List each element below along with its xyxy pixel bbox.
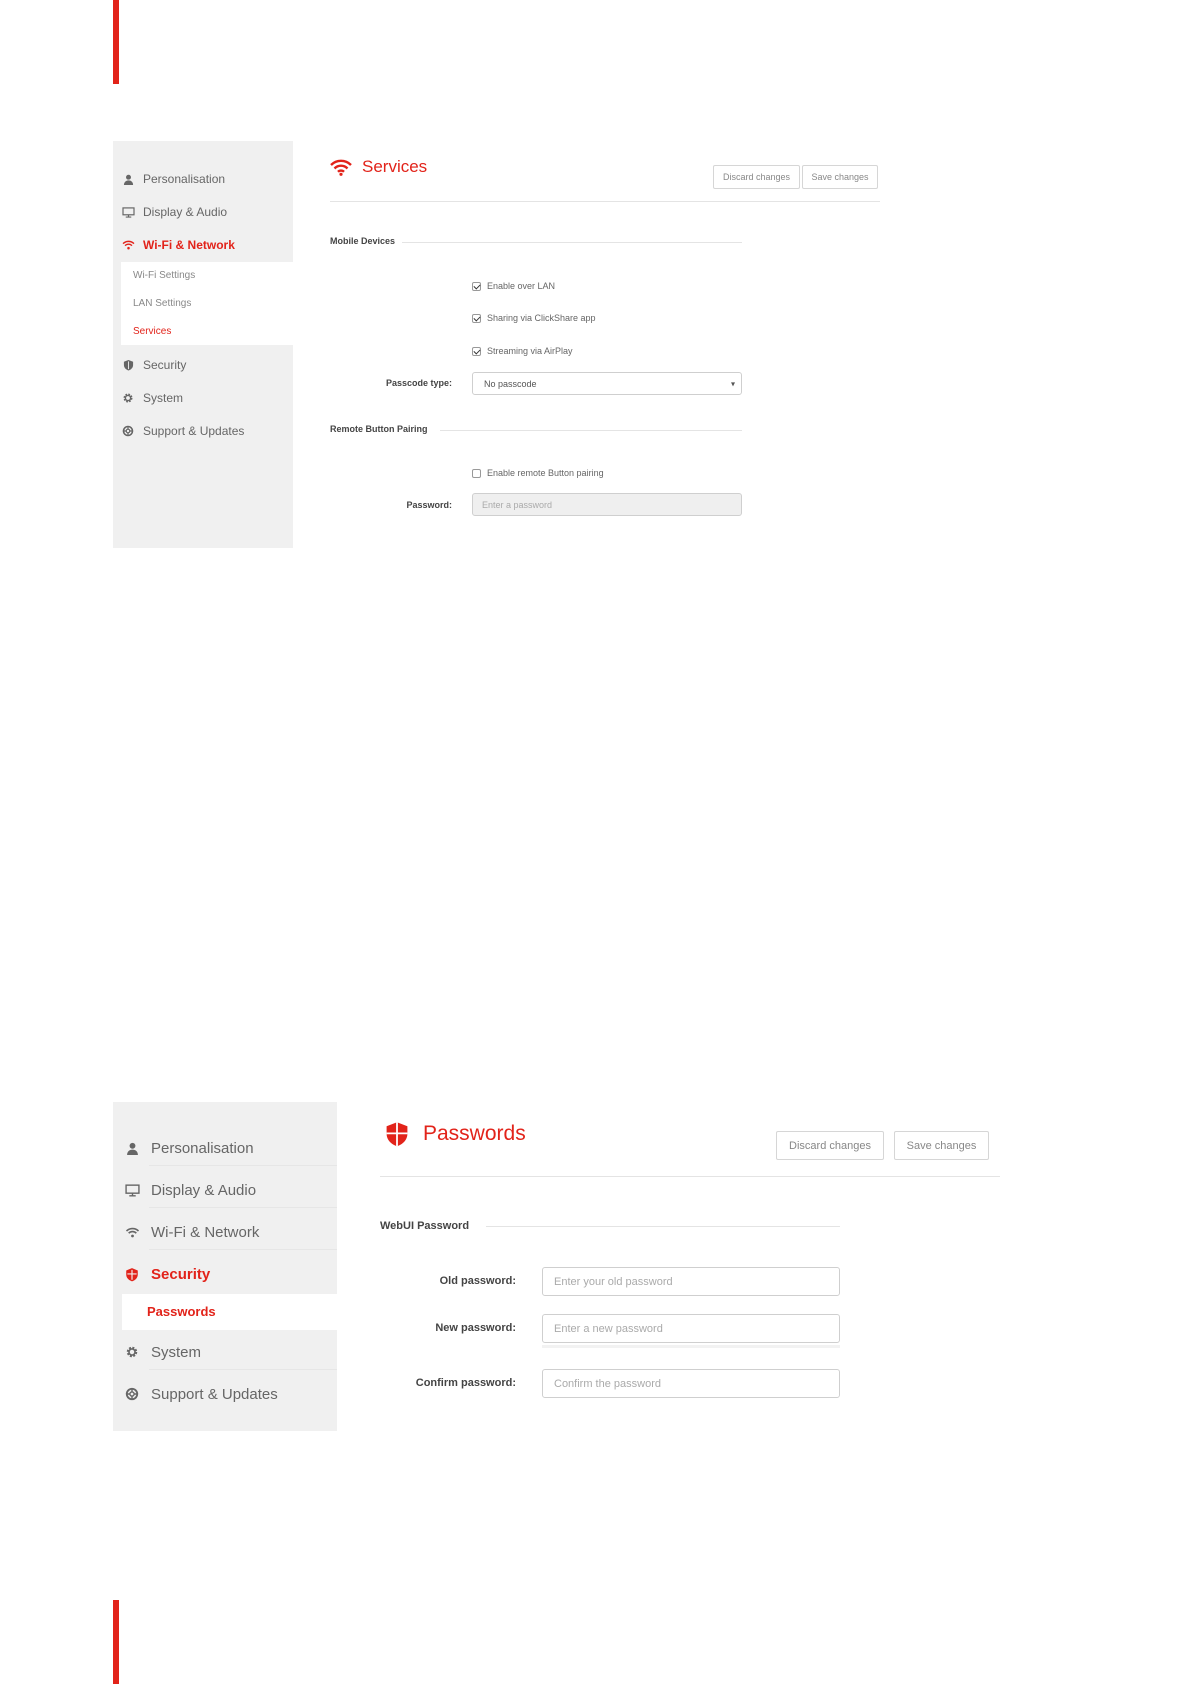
- page-title: Services: [330, 154, 427, 180]
- monitor-icon: [113, 206, 143, 218]
- wifi-icon: [330, 159, 352, 176]
- password-input[interactable]: Enter a password: [472, 493, 742, 516]
- section-divider: [440, 430, 742, 431]
- wifi-icon: [113, 240, 143, 250]
- old-password-label: Old password:: [439, 1275, 516, 1287]
- new-password-input[interactable]: Enter a new password: [542, 1314, 840, 1343]
- passcode-type-label: Passcode type:: [385, 378, 452, 388]
- sidebar-item-label: Support & Updates: [143, 424, 245, 438]
- sidebar-divider: [149, 1369, 337, 1370]
- clickshare-app-checkbox[interactable]: Sharing via ClickShare app: [472, 311, 596, 325]
- shield-icon: [385, 1121, 409, 1147]
- enable-over-lan-checkbox[interactable]: Enable over LAN: [472, 279, 555, 293]
- new-password-label: New password:: [435, 1322, 516, 1334]
- sidebar-item-support-updates[interactable]: Support & Updates: [113, 419, 244, 443]
- checkbox-label: Enable remote Button pairing: [487, 468, 604, 478]
- caret-down-icon: ▾: [730, 379, 735, 388]
- checkbox-box[interactable]: [472, 468, 481, 478]
- sidebar-item-support-updates[interactable]: Support & Updates: [113, 1380, 278, 1408]
- checkbox-box[interactable]: [472, 346, 481, 356]
- sidebar-item-label: Wi-Fi & Network: [143, 238, 235, 252]
- save-changes-button[interactable]: Save changes: [894, 1131, 989, 1160]
- section-remote-button-pairing: Remote Button Pairing: [330, 424, 428, 434]
- password-label: Password:: [406, 500, 452, 510]
- checkbox-label: Enable over LAN: [487, 281, 556, 291]
- sidebar-item-personalisation[interactable]: Personalisation: [113, 1134, 254, 1162]
- sidebar-item-system[interactable]: System: [113, 1338, 201, 1366]
- gear-icon: [113, 1345, 151, 1359]
- sidebar-item-system[interactable]: System: [113, 386, 183, 410]
- sidebar-item-wifi-network[interactable]: Wi-Fi & Network: [113, 1218, 259, 1246]
- sidebar-subitem-lan-settings[interactable]: LAN Settings: [133, 298, 191, 309]
- sidebar-subnav: Wi-Fi Settings LAN Settings Services: [121, 262, 293, 345]
- gear-icon: [113, 392, 143, 404]
- discard-changes-button[interactable]: Discard changes: [713, 165, 800, 189]
- sidebar-item-label: Personalisation: [151, 1139, 254, 1157]
- sidebar-subitem-wifi-settings[interactable]: Wi-Fi Settings: [133, 270, 195, 281]
- lifebuoy-icon: [113, 425, 143, 437]
- confirm-password-input[interactable]: Confirm the password: [542, 1369, 840, 1398]
- old-password-input[interactable]: Enter your old password: [542, 1267, 840, 1296]
- discard-changes-button[interactable]: Discard changes: [776, 1131, 884, 1160]
- page-title: Passwords: [385, 1118, 526, 1150]
- sidebar-item-display-audio[interactable]: Display & Audio: [113, 1176, 256, 1204]
- enable-remote-pairing-checkbox[interactable]: Enable remote Button pairing: [472, 466, 604, 480]
- sidebar-divider: [149, 1207, 337, 1208]
- save-changes-button[interactable]: Save changes: [802, 165, 878, 189]
- password-strength-bar: [542, 1345, 840, 1348]
- input-placeholder: Enter a password: [482, 499, 553, 510]
- lifebuoy-icon: [113, 1387, 151, 1401]
- airplay-checkbox[interactable]: Streaming via AirPlay: [472, 344, 573, 358]
- passcode-type-select[interactable]: No passcode ▾: [472, 372, 742, 395]
- sidebar-item-label: Security: [143, 358, 187, 372]
- sidebar-item-wifi-network[interactable]: Wi-Fi & Network: [113, 233, 235, 257]
- confirm-password-label: Confirm password:: [415, 1377, 516, 1389]
- page-title-text: Passwords: [423, 1122, 526, 1145]
- sidebar: Personalisation Display & Audio Wi-Fi & …: [113, 141, 293, 548]
- sidebar-item-personalisation[interactable]: Personalisation: [113, 167, 225, 191]
- select-value: No passcode: [484, 378, 537, 389]
- sidebar-item-label: Display & Audio: [143, 205, 228, 219]
- checkbox-box[interactable]: [472, 281, 481, 291]
- sidebar-divider: [149, 1165, 337, 1166]
- sidebar-subitem-passwords[interactable]: Passwords: [147, 1304, 216, 1319]
- sidebar-subitem-services[interactable]: Services: [133, 326, 171, 337]
- sidebar-subnav: Passwords: [122, 1294, 337, 1330]
- sidebar-item-security[interactable]: Security: [113, 1260, 210, 1288]
- checkbox-label: Streaming via AirPlay: [487, 346, 573, 356]
- sidebar-item-label: Display & Audio: [151, 1181, 257, 1199]
- sidebar: Personalisation Display & Audio Wi-Fi & …: [113, 1102, 337, 1431]
- checkbox-label: Sharing via ClickShare app: [487, 313, 596, 323]
- shield-icon: [113, 1267, 151, 1282]
- checkbox-box[interactable]: [472, 313, 481, 323]
- monitor-icon: [113, 1183, 151, 1197]
- sidebar-item-label: System: [143, 391, 184, 405]
- page-accent-bar-bottom: [113, 1600, 119, 1684]
- section-webui-password: WebUI Password: [380, 1220, 470, 1232]
- input-placeholder: Enter your old password: [554, 1275, 673, 1288]
- sidebar-item-display-audio[interactable]: Display & Audio: [113, 200, 227, 224]
- section-mobile-devices: Mobile Devices: [330, 236, 396, 246]
- wifi-icon: [113, 1227, 151, 1238]
- header-divider: [330, 201, 880, 202]
- person-icon: [113, 1142, 151, 1155]
- sidebar-item-label: Support & Updates: [151, 1385, 278, 1403]
- sidebar-item-label: Security: [151, 1265, 211, 1283]
- sidebar-item-label: Personalisation: [143, 172, 226, 186]
- sidebar-item-security[interactable]: Security: [113, 353, 186, 377]
- page-title-text: Services: [362, 157, 428, 176]
- sidebar-item-label: Wi-Fi & Network: [151, 1223, 260, 1241]
- person-icon: [113, 174, 143, 185]
- section-divider: [402, 242, 742, 243]
- sidebar-item-label: System: [151, 1343, 202, 1361]
- section-divider: [486, 1226, 840, 1227]
- shield-icon: [113, 359, 143, 371]
- input-placeholder: Enter a new password: [554, 1322, 663, 1335]
- page-accent-bar-top: [113, 0, 119, 84]
- input-placeholder: Confirm the password: [554, 1377, 661, 1390]
- sidebar-divider: [149, 1249, 337, 1250]
- header-divider: [380, 1176, 1000, 1177]
